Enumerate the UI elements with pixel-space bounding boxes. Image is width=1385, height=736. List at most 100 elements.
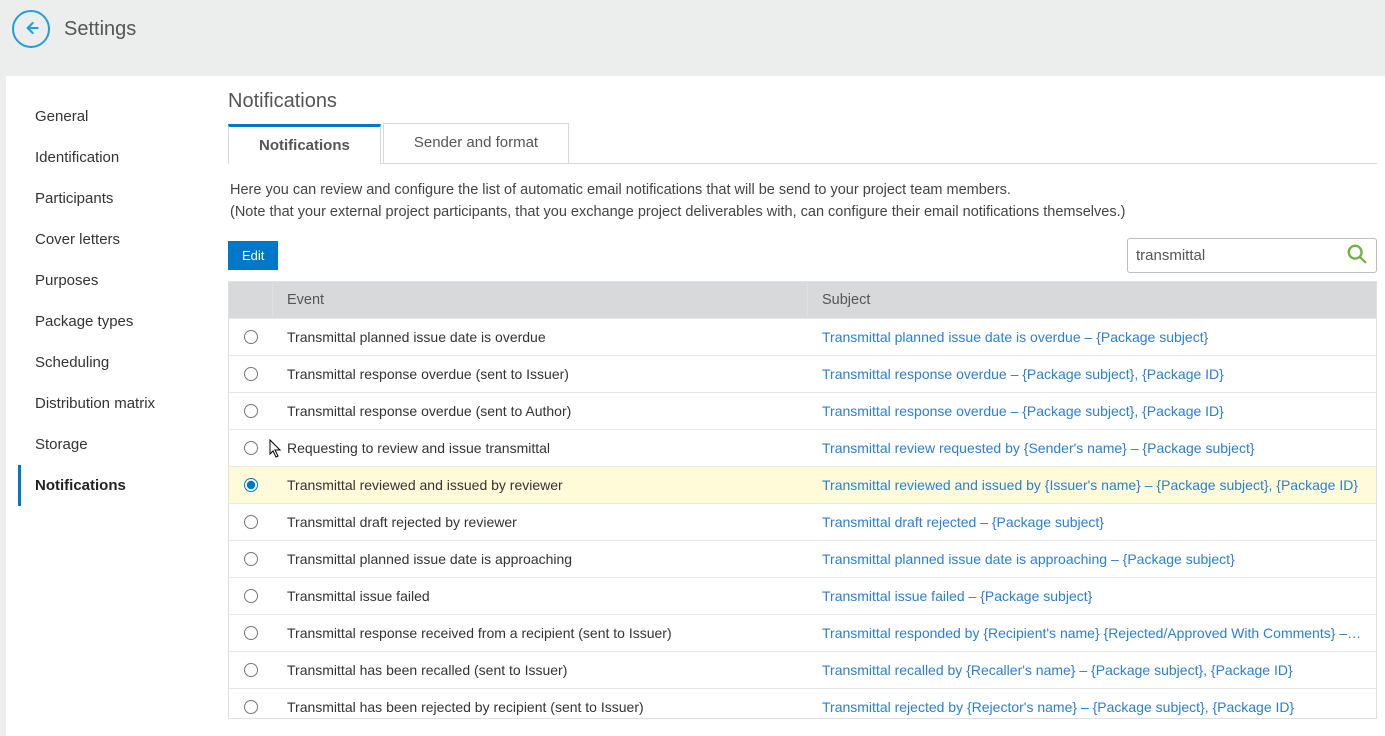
- search-box[interactable]: [1127, 238, 1377, 273]
- notifications-table: Event Subject Transmittal planned issue …: [228, 281, 1377, 719]
- subject-link[interactable]: Transmittal issue failed – {Package subj…: [808, 580, 1376, 612]
- table-row[interactable]: Transmittal response received from a rec…: [229, 614, 1376, 651]
- column-event[interactable]: Event: [273, 282, 808, 318]
- sidebar-item-label: Package types: [35, 313, 133, 330]
- sidebar-item-scheduling[interactable]: Scheduling: [18, 342, 218, 383]
- table-row[interactable]: Transmittal planned issue date is approa…: [229, 540, 1376, 577]
- row-radio[interactable]: [244, 552, 258, 566]
- sidebar-item-package-types[interactable]: Package types: [18, 301, 218, 342]
- column-subject[interactable]: Subject: [808, 282, 1376, 318]
- sidebar-item-storage[interactable]: Storage: [18, 424, 218, 465]
- event-cell: Transmittal response overdue (sent to Au…: [273, 395, 808, 427]
- header-title: Settings: [64, 18, 136, 41]
- settings-sidebar: General Identification Participants Cover l…: [18, 88, 218, 736]
- table-row[interactable]: Transmittal response overdue (sent to Is…: [229, 355, 1376, 392]
- subject-link[interactable]: Transmittal recalled by {Recaller's name…: [808, 654, 1376, 686]
- row-select-cell: [229, 507, 273, 537]
- sidebar-item-label: Identification: [35, 149, 119, 166]
- subject-link[interactable]: Transmittal response overdue – {Package …: [808, 395, 1376, 427]
- sidebar-item-label: Scheduling: [35, 354, 109, 371]
- sidebar-item-identification[interactable]: Identification: [18, 137, 218, 178]
- arrow-left-icon: [21, 18, 41, 41]
- row-select-cell: [229, 470, 273, 500]
- sidebar-item-label: Storage: [35, 436, 88, 453]
- subject-link[interactable]: Transmittal draft rejected – {Package su…: [808, 506, 1376, 538]
- row-radio[interactable]: [244, 478, 258, 492]
- row-radio[interactable]: [244, 330, 258, 344]
- event-cell: Requesting to review and issue transmitt…: [273, 432, 808, 464]
- row-radio[interactable]: [244, 441, 258, 455]
- subject-link[interactable]: Transmittal planned issue date is approa…: [808, 543, 1376, 575]
- row-radio[interactable]: [244, 663, 258, 677]
- subject-link[interactable]: Transmittal response overdue – {Package …: [808, 358, 1376, 390]
- subject-link[interactable]: Transmittal rejected by {Rejector's name…: [808, 691, 1376, 718]
- sidebar-item-participants[interactable]: Participants: [18, 178, 218, 219]
- subject-link[interactable]: Transmittal review requested by {Sender'…: [808, 432, 1376, 464]
- page-title: Notifications: [228, 90, 1377, 113]
- tab-notifications[interactable]: Notifications: [228, 124, 381, 164]
- row-radio[interactable]: [244, 404, 258, 418]
- sidebar-item-label: Participants: [35, 190, 113, 207]
- table-row[interactable]: Requesting to review and issue transmitt…: [229, 429, 1376, 466]
- sidebar-item-purposes[interactable]: Purposes: [18, 260, 218, 301]
- sidebar-item-label: General: [35, 108, 88, 125]
- sidebar-item-notifications[interactable]: Notifications: [18, 465, 218, 506]
- sidebar-item-label: Purposes: [35, 272, 98, 289]
- table-row[interactable]: Transmittal issue failedTransmittal issu…: [229, 577, 1376, 614]
- search-icon[interactable]: [1346, 243, 1368, 268]
- row-radio[interactable]: [244, 700, 258, 714]
- sidebar-item-label: Notifications: [35, 477, 126, 494]
- row-select-cell: [229, 618, 273, 648]
- row-select-cell: [229, 655, 273, 685]
- row-select-cell: [229, 692, 273, 718]
- row-select-cell: [229, 396, 273, 426]
- column-select: [229, 282, 273, 318]
- row-select-cell: [229, 322, 273, 352]
- row-select-cell: [229, 359, 273, 389]
- event-cell: Transmittal has been rejected by recipie…: [273, 691, 808, 718]
- table-header-row: Event Subject: [229, 282, 1376, 318]
- event-cell: Transmittal planned issue date is overdu…: [273, 321, 808, 353]
- description: Here you can review and configure the li…: [228, 164, 1377, 238]
- subject-link[interactable]: Transmittal planned issue date is overdu…: [808, 321, 1376, 353]
- page-header: Settings: [0, 0, 1385, 58]
- subject-link[interactable]: Transmittal responded by {Recipient's na…: [808, 617, 1376, 649]
- table-row[interactable]: Transmittal response overdue (sent to Au…: [229, 392, 1376, 429]
- search-input[interactable]: [1136, 247, 1346, 264]
- toolbar: Edit: [228, 238, 1377, 281]
- description-line-1: Here you can review and configure the li…: [230, 180, 1375, 202]
- event-cell: Transmittal draft rejected by reviewer: [273, 506, 808, 538]
- sidebar-item-label: Distribution matrix: [35, 395, 155, 412]
- tabs: NotificationsSender and format: [228, 123, 1377, 164]
- back-button[interactable]: [12, 10, 50, 48]
- main-panel: General Identification Participants Cover l…: [6, 76, 1385, 736]
- event-cell: Transmittal reviewed and issued by revie…: [273, 469, 808, 501]
- row-select-cell: [229, 581, 273, 611]
- row-select-cell: [229, 544, 273, 574]
- edit-button[interactable]: Edit: [228, 241, 278, 270]
- event-cell: Transmittal issue failed: [273, 580, 808, 612]
- subject-link[interactable]: Transmittal reviewed and issued by {Issu…: [808, 469, 1376, 501]
- tab-sender-and-format[interactable]: Sender and format: [383, 123, 569, 163]
- table-row[interactable]: Transmittal has been recalled (sent to I…: [229, 651, 1376, 688]
- description-line-2: (Note that your external project partici…: [230, 202, 1375, 224]
- event-cell: Transmittal response received from a rec…: [273, 617, 808, 649]
- sidebar-item-general[interactable]: General: [18, 96, 218, 137]
- row-select-cell: [229, 433, 273, 463]
- sidebar-item-distribution-matrix[interactable]: Distribution matrix: [18, 383, 218, 424]
- table-row[interactable]: Transmittal draft rejected by reviewerTr…: [229, 503, 1376, 540]
- row-radio[interactable]: [244, 515, 258, 529]
- event-cell: Transmittal has been recalled (sent to I…: [273, 654, 808, 686]
- row-radio[interactable]: [244, 589, 258, 603]
- table-row[interactable]: Transmittal has been rejected by recipie…: [229, 688, 1376, 718]
- row-radio[interactable]: [244, 626, 258, 640]
- row-radio[interactable]: [244, 367, 258, 381]
- table-row[interactable]: Transmittal planned issue date is overdu…: [229, 318, 1376, 355]
- sidebar-item-label: Cover letters: [35, 231, 120, 248]
- event-cell: Transmittal planned issue date is approa…: [273, 543, 808, 575]
- table-row[interactable]: Transmittal reviewed and issued by revie…: [229, 466, 1376, 503]
- content-area: Notifications NotificationsSender and fo…: [218, 76, 1385, 736]
- event-cell: Transmittal response overdue (sent to Is…: [273, 358, 808, 390]
- sidebar-item-cover-letters[interactable]: Cover letters: [18, 219, 218, 260]
- table-body[interactable]: Transmittal planned issue date is overdu…: [229, 318, 1376, 718]
